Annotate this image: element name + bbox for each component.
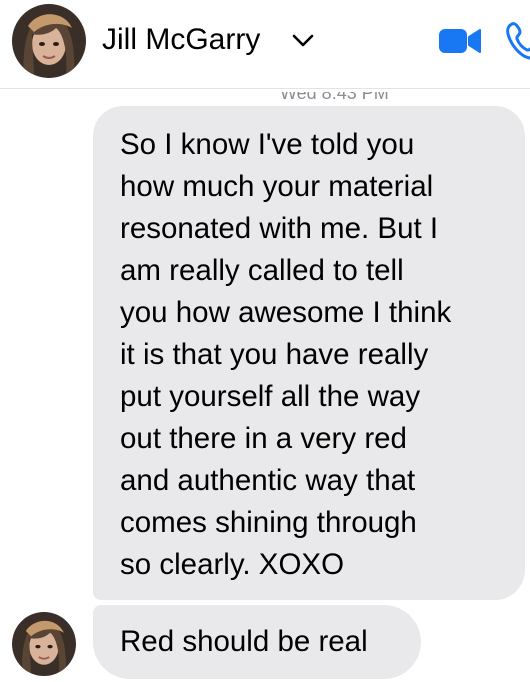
- contact-name[interactable]: Jill McGarry: [102, 22, 260, 58]
- phone-icon[interactable]: [506, 20, 530, 60]
- video-camera-icon[interactable]: [438, 26, 482, 56]
- chat-header: Jill McGarry: [0, 0, 530, 89]
- message-bubble[interactable]: So I know I've told you how much your ma…: [93, 106, 525, 600]
- message-text: Red should be real: [120, 625, 368, 658]
- message-bubble[interactable]: Red should be real: [93, 605, 421, 679]
- sender-avatar[interactable]: [12, 612, 76, 676]
- contact-avatar[interactable]: [12, 4, 86, 78]
- message-text: So I know I've told you how much your ma…: [120, 128, 452, 581]
- chevron-down-icon[interactable]: [288, 30, 318, 52]
